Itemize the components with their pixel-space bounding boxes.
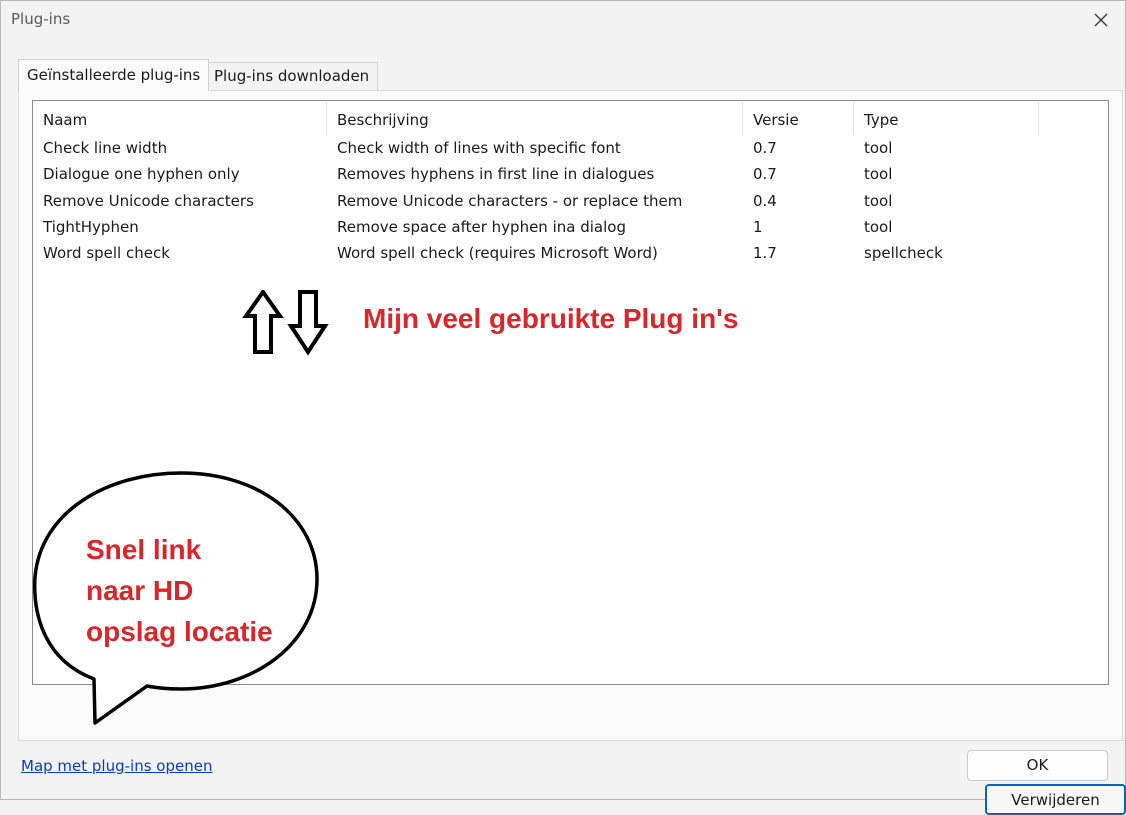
table-row[interactable]: Dialogue one hyphen only Removes hyphens… xyxy=(33,161,1108,187)
tab-download-plugins[interactable]: Plug-ins downloaden xyxy=(205,62,379,90)
plugin-description: Check width of lines with specific font xyxy=(337,139,621,157)
ok-button[interactable]: OK xyxy=(967,750,1108,781)
list-header: Naam Beschrijving Versie Type xyxy=(33,101,1108,135)
bubble-line: opslag locatie xyxy=(86,616,273,647)
table-row[interactable]: Check line width Check width of lines wi… xyxy=(33,135,1108,161)
title-bar: Plug-ins xyxy=(1,1,1125,41)
bubble-text: Snel link naar HD opslag locatie xyxy=(86,529,273,652)
plugin-version: 0.4 xyxy=(753,191,777,210)
plugin-description: Remove Unicode characters - or replace t… xyxy=(337,191,683,210)
column-header-name[interactable]: Naam xyxy=(33,101,327,135)
plugin-type: spellcheck xyxy=(864,244,943,263)
plugin-name: Word spell check xyxy=(43,244,170,263)
plugin-version: 1.7 xyxy=(753,244,777,263)
plugin-name: Remove Unicode characters xyxy=(43,191,254,210)
column-header-description[interactable]: Beschrijving xyxy=(327,101,743,135)
bubble-line: Snel link xyxy=(86,534,202,565)
plugins-dialog: Plug-ins Geïnstalleerde plug-ins Plug-in… xyxy=(0,0,1126,815)
annotation-label: Mijn veel gebruikte Plug in's xyxy=(363,303,739,334)
bubble-line: naar HD xyxy=(86,575,194,606)
window-title: Plug-ins xyxy=(11,10,71,28)
plugin-version: 0.7 xyxy=(753,139,777,157)
column-header-version[interactable]: Versie xyxy=(743,101,854,135)
annotation-arrows xyxy=(242,290,329,356)
plugin-name: Check line width xyxy=(43,139,168,157)
table-row[interactable]: TightHyphen Remove space after hyphen in… xyxy=(33,214,1108,240)
plugin-description: Word spell check (requires Microsoft Wor… xyxy=(337,244,658,263)
plugin-type: tool xyxy=(864,217,893,236)
list-body: Check line width Check width of lines wi… xyxy=(33,135,1108,266)
plugin-version: 0.7 xyxy=(753,165,777,184)
plugin-description: Removes hyphens in first line in dialogu… xyxy=(337,165,655,184)
plugin-description: Remove space after hyphen ina dialog xyxy=(337,217,626,236)
arrow-down-icon xyxy=(287,290,329,356)
close-button[interactable] xyxy=(1081,3,1121,37)
plugin-name: Dialogue one hyphen only xyxy=(43,165,240,184)
plugin-name: TightHyphen xyxy=(43,217,139,236)
arrow-up-icon xyxy=(242,290,284,354)
open-plugins-folder-link[interactable]: Map met plug-ins openen xyxy=(21,757,212,775)
tab-installed-plugins[interactable]: Geïnstalleerde plug-ins xyxy=(18,59,210,91)
table-row[interactable]: Word spell check Word spell check (requi… xyxy=(33,240,1108,266)
plugin-type: tool xyxy=(864,139,893,157)
plugin-version: 1 xyxy=(753,217,763,236)
close-icon xyxy=(1094,13,1108,27)
plugin-type: tool xyxy=(864,191,893,210)
column-header-type[interactable]: Type xyxy=(854,101,1039,135)
table-row[interactable]: Remove Unicode characters Remove Unicode… xyxy=(33,188,1108,214)
plugin-type: tool xyxy=(864,165,893,184)
